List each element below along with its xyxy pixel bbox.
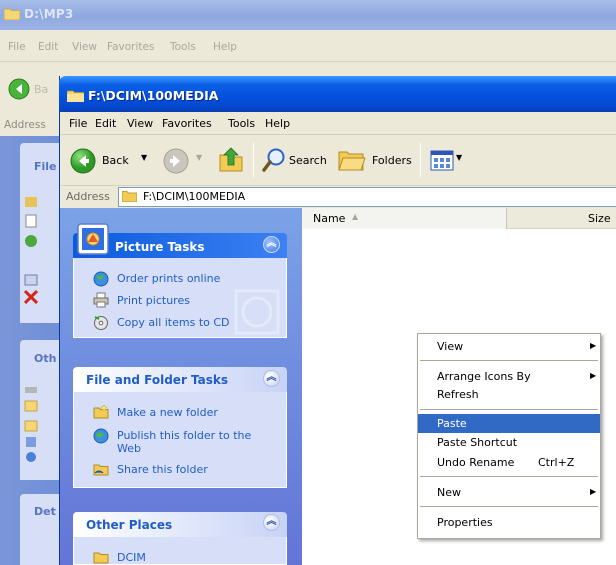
background-menu-favorites[interactable]: Favorites [107,41,154,53]
undo-rename-shortcut: Ctrl+Z [538,456,575,469]
context-menu-item-undo-rename[interactable]: Undo Rename [437,456,514,469]
background-address-label: Address [4,119,46,131]
menu-tools[interactable]: Tools [228,117,255,130]
collapse-icon[interactable]: ︽ [263,370,280,387]
picture-tasks-icon [77,223,109,255]
context-menu-item-new[interactable]: New [437,486,461,499]
background-menu-edit[interactable]: Edit [38,41,58,53]
back-dropdown-icon[interactable]: ▼ [141,153,147,162]
file-folder-tasks-title[interactable]: File and Folder Tasks [86,373,228,387]
folders-icon[interactable] [338,148,366,172]
context-menu-separator [420,476,598,477]
print-pictures-link[interactable]: Print pictures [117,294,190,307]
context-menu-item-paste[interactable]: Paste [437,417,467,430]
context-menu-item-view[interactable]: View [437,340,463,353]
context-menu-item-paste-shortcut[interactable]: Paste Shortcut [437,436,517,449]
back-button-label[interactable]: Back [102,154,129,167]
menu-help[interactable]: Help [265,117,290,130]
submenu-arrow-icon: ▶ [590,341,597,350]
views-icon[interactable] [430,150,454,171]
new-folder-icon [93,404,109,419]
column-header-size[interactable]: Size [588,212,611,225]
toolbar-separator [420,143,421,177]
background-panel-title[interactable]: File [34,160,57,173]
context-menu-separator [420,506,598,507]
views-dropdown-icon[interactable]: ▼ [456,153,462,162]
picture-tasks-title[interactable]: Picture Tasks [115,240,205,254]
background-panel-icons [24,197,38,305]
window-title: F:\DCIM\100MEDIA [88,88,219,103]
search-icon[interactable] [262,147,286,173]
share-folder-icon [93,464,109,476]
search-button-label[interactable]: Search [289,154,327,167]
folders-button-label[interactable]: Folders [372,154,412,167]
background-menu-view[interactable]: View [72,41,97,53]
background-menu-file[interactable]: File [8,41,26,53]
context-menu-separator [420,360,598,361]
other-places-title[interactable]: Other Places [86,518,172,532]
folder-icon [122,191,137,202]
column-header-name[interactable]: Name [313,212,345,225]
background-panel-title[interactable]: Det [34,505,56,518]
menu-edit[interactable]: Edit [95,117,116,130]
menu-favorites[interactable]: Favorites [162,117,212,130]
watermark-cd-icon [234,289,280,335]
context-menu-separator [420,409,598,410]
folder-icon [4,8,20,20]
publish-folder-link[interactable]: Publish this folder to the [117,429,251,442]
globe-icon [93,271,109,287]
background-panel-title[interactable]: Oth [34,352,56,365]
share-folder-link[interactable]: Share this folder [117,463,208,476]
other-place-dcim-link[interactable]: DCIM [117,551,146,564]
back-arrow-icon[interactable] [8,78,30,100]
collapse-icon[interactable]: ︽ [263,514,280,531]
publish-web-icon [93,428,109,444]
folder-icon [93,552,109,564]
sort-ascending-icon: ▲ [352,212,359,221]
context-menu-item-arrange-icons-by[interactable]: Arrange Icons By [437,370,531,383]
background-panel-icons [24,387,38,462]
folder-icon [67,90,84,102]
toolbar-separator [253,143,254,177]
make-new-folder-link[interactable]: Make a new folder [117,406,218,419]
background-window-title: D:\MP3 [24,7,74,21]
address-label: Address [66,190,110,203]
cd-burn-icon [94,316,108,330]
back-arrow-icon[interactable] [70,148,96,174]
menu-view[interactable]: View [127,117,153,130]
context-menu-item-properties[interactable]: Properties [437,516,493,529]
context-menu-item-refresh[interactable]: Refresh [437,388,479,401]
publish-folder-link-web[interactable]: Web [117,442,141,455]
menu-file[interactable]: File [69,117,87,130]
background-menu-tools[interactable]: Tools [170,41,196,53]
folder-up-icon[interactable] [218,145,244,173]
forward-dropdown-icon[interactable]: ▼ [196,153,202,162]
background-menu-help[interactable]: Help [213,41,237,53]
background-back-label: Ba [34,83,49,96]
order-prints-link[interactable]: Order prints online [117,272,220,285]
background-window-titlebar[interactable] [0,0,616,30]
submenu-arrow-icon: ▶ [590,487,597,496]
collapse-icon[interactable]: ︽ [263,236,280,253]
forward-arrow-icon[interactable] [163,148,189,174]
address-value[interactable]: F:\DCIM\100MEDIA [143,190,245,203]
printer-icon [93,292,109,308]
submenu-arrow-icon: ▶ [590,371,597,380]
copy-to-cd-link[interactable]: Copy all items to CD [117,316,230,329]
